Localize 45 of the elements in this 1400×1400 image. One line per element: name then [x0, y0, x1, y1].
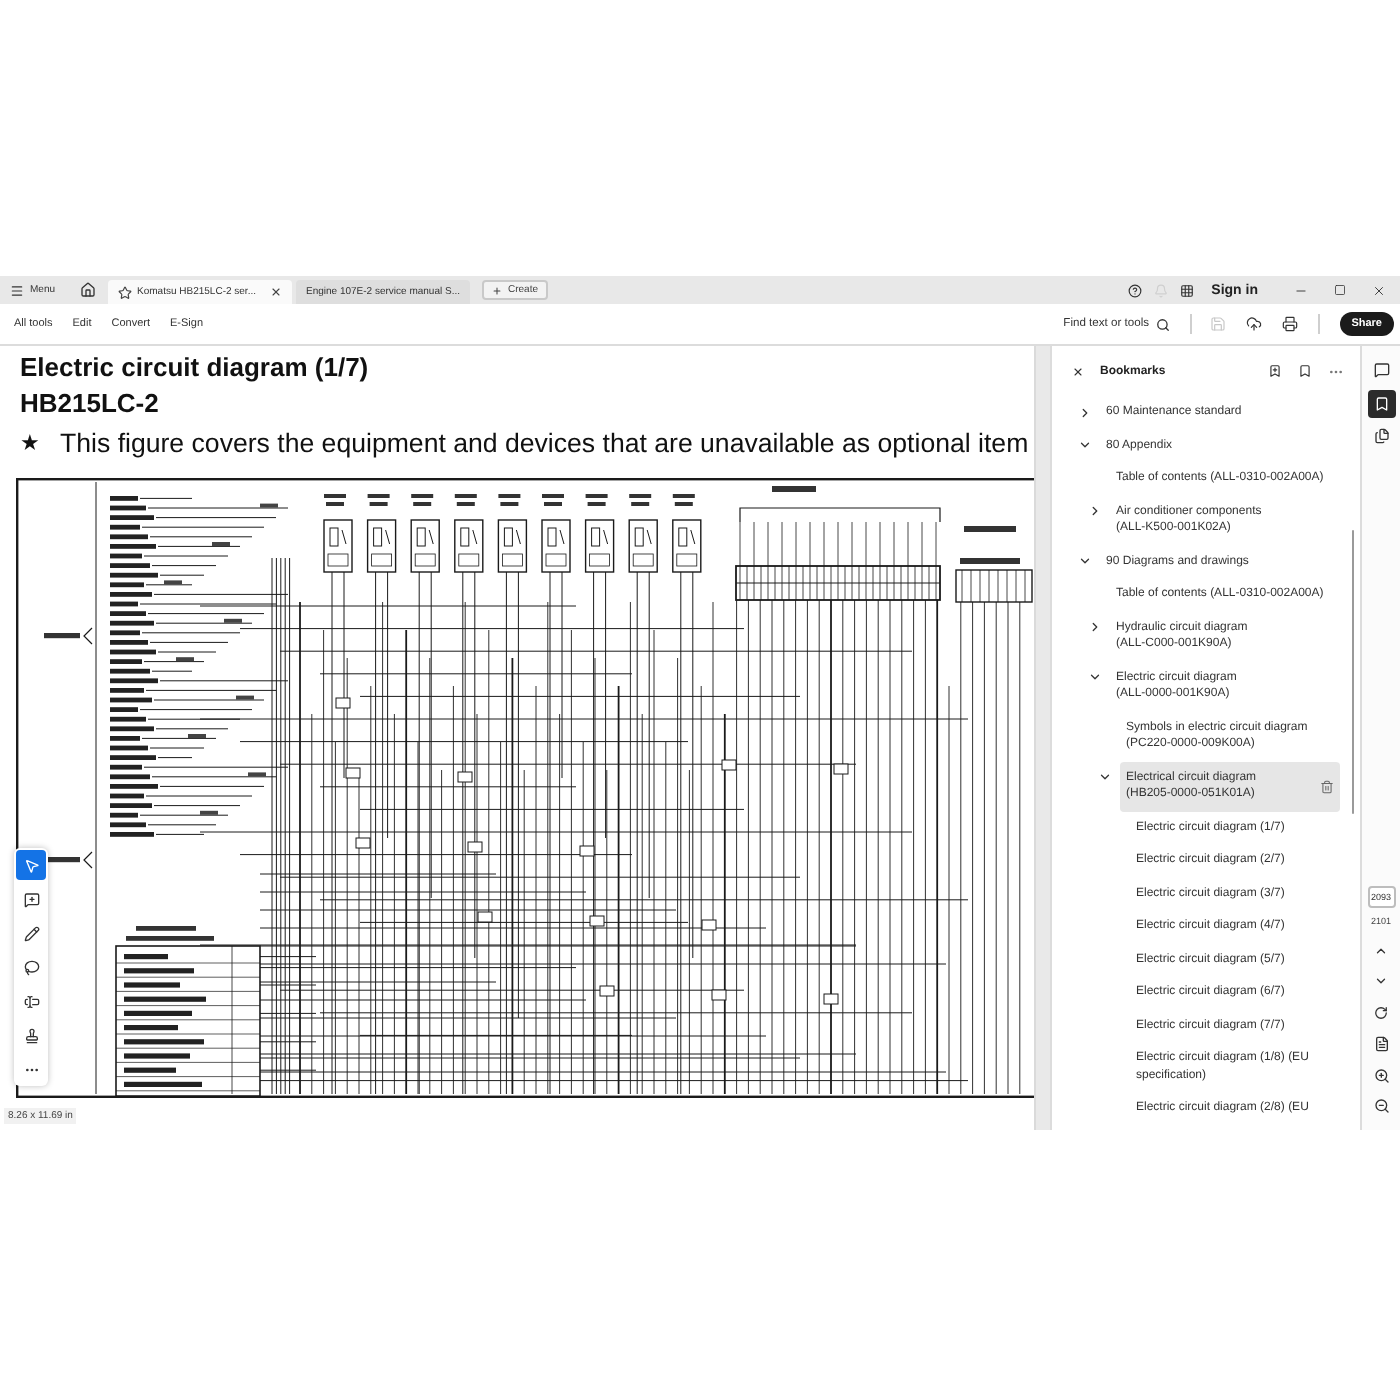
chevron-down-icon[interactable]	[1078, 554, 1092, 569]
plus-icon	[492, 285, 502, 295]
lasso-icon	[23, 959, 39, 975]
zoom-out-icon[interactable]	[1373, 1098, 1389, 1115]
panel-button[interactable]	[1367, 389, 1395, 417]
close-icon[interactable]	[1072, 365, 1084, 377]
maximize-icon[interactable]	[1334, 284, 1346, 296]
rotate-icon[interactable]	[1374, 1005, 1388, 1020]
chevron-right-icon[interactable]	[1078, 405, 1092, 420]
scrollbar[interactable]	[1034, 346, 1050, 1130]
model-name: HB215LC-2	[20, 386, 161, 422]
pages-icon	[1373, 428, 1389, 444]
pointer-icon	[23, 857, 39, 873]
grid-icon[interactable]	[1179, 283, 1194, 297]
chevron-down-icon[interactable]	[1078, 438, 1092, 453]
bookmark-icon	[1373, 395, 1389, 411]
chevron-up-icon[interactable]	[1374, 943, 1388, 958]
page-title: Electric circuit diagram (1/7)	[20, 350, 371, 386]
chevron-down-icon[interactable]	[1088, 670, 1102, 685]
close-icon[interactable]	[1372, 283, 1386, 297]
chevron-down-icon[interactable]	[1098, 770, 1112, 785]
document-icon[interactable]	[1373, 1036, 1389, 1053]
scrollbar-thumb[interactable]	[1351, 530, 1354, 814]
help-icon[interactable]	[1127, 283, 1142, 297]
close-icon[interactable]	[270, 286, 282, 298]
chevron-right-icon[interactable]	[1088, 504, 1102, 519]
note-marker: ★	[20, 430, 40, 460]
bookmark-add-icon[interactable]	[1268, 364, 1282, 378]
menu-icon	[10, 283, 24, 297]
cloud-upload-icon[interactable]	[1246, 316, 1263, 332]
search-icon	[1155, 317, 1170, 331]
printer-icon[interactable]	[1282, 316, 1299, 332]
text-box-icon	[23, 993, 39, 1009]
bookmark-icon[interactable]	[1298, 364, 1312, 378]
zoom-in-icon[interactable]	[1373, 1067, 1389, 1084]
chevron-right-icon[interactable]	[1088, 620, 1102, 635]
comment-icon	[1373, 362, 1389, 378]
note-text: This figure covers the equipment and devices that are unavailable as optional item	[60, 426, 1029, 462]
stamp-icon	[23, 1027, 39, 1043]
comment-add-icon	[23, 891, 39, 907]
pencil-icon	[23, 925, 39, 941]
trash-icon[interactable]	[1320, 779, 1334, 793]
home-icon[interactable]	[79, 282, 96, 298]
star-icon[interactable]	[117, 285, 132, 299]
chevron-down-icon[interactable]	[1374, 974, 1388, 989]
